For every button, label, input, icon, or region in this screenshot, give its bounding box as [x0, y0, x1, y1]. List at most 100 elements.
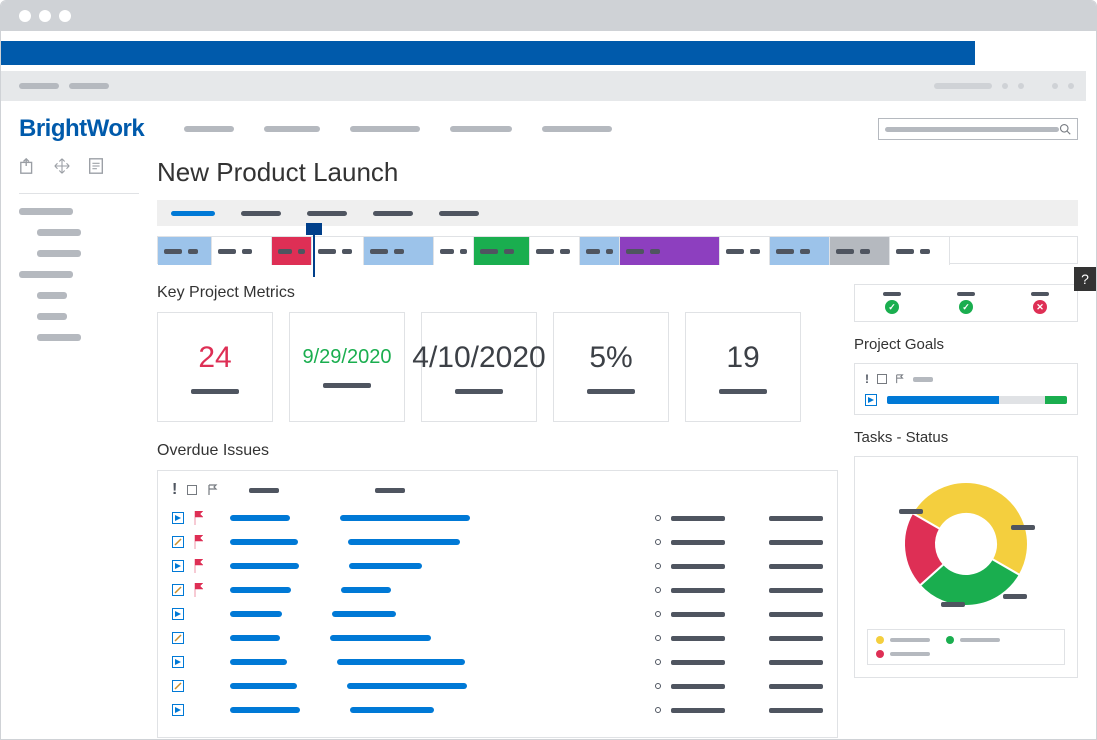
breadcrumb-item[interactable]	[350, 126, 420, 132]
tab-item[interactable]	[373, 211, 413, 216]
metric-value: 24	[198, 341, 231, 375]
issue-title	[230, 587, 291, 593]
overdue-row[interactable]	[172, 607, 823, 621]
timeline-segment[interactable]	[830, 237, 890, 265]
timeline-segment[interactable]	[890, 237, 950, 265]
overdue-row[interactable]	[172, 559, 823, 573]
control-dot-icon[interactable]	[1068, 83, 1074, 89]
ribbon-item[interactable]	[69, 83, 109, 89]
metric-card[interactable]: 19	[685, 312, 801, 422]
issue-description	[340, 515, 470, 521]
goal-row[interactable]	[865, 394, 1067, 406]
metric-card[interactable]: 5%	[553, 312, 669, 422]
checkbox-icon[interactable]	[877, 374, 887, 384]
bullet-icon	[655, 587, 661, 593]
overdue-row[interactable]	[172, 655, 823, 669]
overdue-row[interactable]	[172, 631, 823, 645]
breadcrumb-item[interactable]	[450, 126, 512, 132]
issue-owner	[769, 564, 823, 569]
marker-pin-icon	[306, 223, 322, 235]
flag-icon	[895, 374, 905, 384]
sidebar-item[interactable]	[37, 292, 67, 299]
legend-label	[890, 652, 930, 656]
sidebar-item[interactable]	[19, 271, 73, 278]
bullet-icon	[655, 683, 661, 689]
overdue-row[interactable]	[172, 511, 823, 525]
search-placeholder	[885, 127, 1059, 132]
sidebar-item[interactable]	[37, 313, 67, 320]
timeline-segment[interactable]	[474, 237, 530, 265]
metric-label	[191, 389, 239, 394]
overdue-row[interactable]	[172, 583, 823, 597]
sidebar-item[interactable]	[37, 250, 81, 257]
checkbox-column-icon[interactable]	[187, 485, 197, 495]
bullet-icon	[655, 611, 661, 617]
content: New Product Launch Key Project Metri	[157, 157, 1078, 738]
sidebar-item[interactable]	[37, 334, 81, 341]
move-icon[interactable]	[53, 157, 71, 175]
timeline-segment[interactable]	[158, 237, 212, 265]
document-icon[interactable]	[87, 157, 105, 175]
metric-card[interactable]: 24	[157, 312, 273, 422]
main-container: New Product Launch Key Project Metri	[1, 157, 1096, 740]
flag-icon	[194, 607, 204, 621]
flag-icon	[194, 559, 204, 573]
timeline-segment[interactable]	[364, 237, 434, 265]
timeline-gantt[interactable]	[157, 236, 1078, 264]
search-input[interactable]	[878, 118, 1078, 140]
timeline-segment[interactable]	[770, 237, 830, 265]
sidebar	[19, 157, 139, 738]
share-icon[interactable]	[19, 157, 37, 175]
tab-item[interactable]	[307, 211, 347, 216]
timeline-segment[interactable]	[580, 237, 620, 265]
timeline-segment[interactable]	[620, 237, 720, 265]
metric-card[interactable]: 4/10/2020	[421, 312, 537, 422]
tab-item[interactable]	[241, 211, 281, 216]
overdue-row[interactable]	[172, 703, 823, 717]
breadcrumb-item[interactable]	[184, 126, 234, 132]
control-dot-icon[interactable]	[1018, 83, 1024, 89]
window-titlebar	[1, 1, 1096, 31]
project-goals-card: !	[854, 363, 1078, 415]
flag-icon	[194, 631, 204, 645]
column-header[interactable]	[375, 488, 405, 493]
issue-description	[330, 635, 431, 641]
metrics-main: Key Project Metrics 249/29/20204/10/2020…	[157, 284, 838, 738]
timeline-segment[interactable]	[530, 237, 580, 265]
overdue-row[interactable]	[172, 535, 823, 549]
ribbon-item[interactable]	[19, 83, 59, 89]
issue-date	[671, 540, 725, 545]
issue-date	[671, 516, 725, 521]
timeline-segment[interactable]	[720, 237, 770, 265]
legend-item	[946, 636, 1000, 644]
control-placeholder[interactable]	[934, 83, 992, 89]
priority-column-icon[interactable]: !	[172, 481, 177, 499]
breadcrumb-item[interactable]	[264, 126, 320, 132]
status-item: ✓	[883, 292, 901, 314]
sidebar-item[interactable]	[19, 208, 73, 215]
overdue-row[interactable]	[172, 679, 823, 693]
metric-label	[455, 389, 503, 394]
issue-date	[671, 636, 725, 641]
timeline-segment[interactable]	[434, 237, 474, 265]
help-button[interactable]: ?	[1074, 267, 1096, 291]
cross-icon: ✕	[1033, 300, 1047, 314]
breadcrumb-item[interactable]	[542, 126, 612, 132]
metric-card[interactable]: 9/29/2020	[289, 312, 405, 422]
checkmark-icon: ✓	[959, 300, 973, 314]
tab-active[interactable]	[171, 211, 215, 216]
sidebar-item[interactable]	[37, 229, 81, 236]
issue-description	[348, 539, 460, 545]
timeline-segment[interactable]	[212, 237, 272, 265]
issue-date	[671, 588, 725, 593]
control-dot-icon[interactable]	[1002, 83, 1008, 89]
search-icon	[1059, 123, 1071, 135]
column-header[interactable]	[249, 488, 279, 493]
tab-item[interactable]	[439, 211, 479, 216]
control-dot-icon[interactable]	[1052, 83, 1058, 89]
sub-ribbon	[1, 71, 1086, 101]
legend-dot-icon	[946, 636, 954, 644]
logo[interactable]: BrightWork	[19, 115, 144, 143]
right-column: ✓✓✕ Project Goals !	[854, 284, 1078, 738]
flag-column-icon[interactable]	[207, 484, 219, 496]
